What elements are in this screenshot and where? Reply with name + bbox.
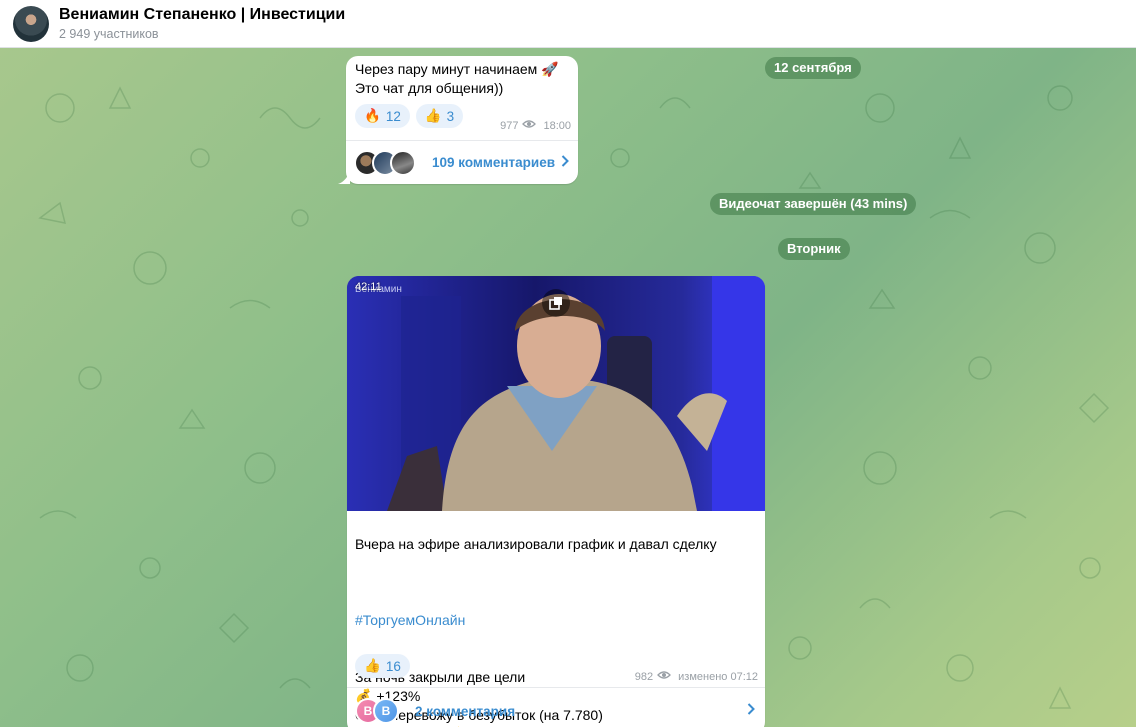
reaction-thumbs-up[interactable]: 👍 16 [355, 654, 410, 678]
comments-count-label[interactable]: 2 комментария [415, 704, 515, 719]
comments-button[interactable]: 109 комментариев [346, 140, 578, 184]
hashtag-link[interactable]: #ТоргуемОнлайн [355, 612, 465, 628]
reaction-count: 12 [385, 108, 401, 124]
comments-count-label[interactable]: 109 комментариев [432, 155, 555, 170]
avatar [390, 149, 416, 176]
chevron-right-icon[interactable] [747, 702, 755, 720]
date-separator: 12 сентября [765, 57, 861, 79]
fire-emoji-icon: 🔥 [364, 108, 381, 123]
commenter-avatars: В В [355, 698, 409, 724]
commenter-avatars [354, 149, 422, 176]
message-meta: 977 18:00 [500, 119, 571, 132]
message-meta: 982 изменено 07:12 [635, 670, 758, 683]
video-message[interactable]: Вениамин 42:11 [347, 276, 765, 511]
chat-header[interactable]: Вениамин Степаненко | Инвестиции 2 949 у… [0, 0, 1136, 48]
message-text: Через пару минут начинаем 🚀 Это чат для … [355, 61, 559, 96]
videochat-ended-notice: Видеочат завершён (43 mins) [710, 193, 917, 215]
thumbs-up-emoji-icon: 👍 [364, 658, 381, 673]
chevron-right-icon [561, 154, 569, 172]
edited-time: изменено 07:12 [678, 670, 758, 683]
reaction-count: 16 [385, 658, 401, 674]
view-count: 977 [500, 119, 519, 132]
message-time: 18:00 [543, 119, 571, 132]
eye-icon [522, 119, 537, 132]
comments-button[interactable]: В В 2 комментария [347, 687, 765, 727]
reaction-count: 3 [446, 108, 455, 124]
picture-in-picture-icon[interactable] [542, 289, 570, 317]
view-count: 982 [634, 670, 654, 683]
day-separator: Вторник [778, 238, 850, 260]
message-bubble-1[interactable]: Через пару минут начинаем 🚀 Это чат для … [346, 56, 578, 184]
message-text-line1: Вчера на эфире анализировали график и да… [355, 536, 717, 552]
avatar: В [373, 698, 399, 724]
video-duration: 42:11 [355, 281, 382, 293]
channel-title[interactable]: Вениамин Степаненко | Инвестиции [59, 5, 345, 25]
thumbs-up-emoji-icon: 👍 [424, 108, 442, 123]
message-bubble-2[interactable]: Вениамин 42:11 Вчера на эфире анализиров… [347, 276, 765, 727]
reaction-fire[interactable]: 🔥 12 [355, 104, 410, 128]
channel-avatar[interactable] [13, 5, 49, 42]
reaction-thumbs-up[interactable]: 👍 3 [415, 104, 464, 128]
eye-icon [657, 670, 672, 683]
subscriber-count: 2 949 участников [59, 27, 159, 41]
reactions-bar: 🔥 12 👍 3 [355, 104, 464, 128]
reactions-bar: 👍 16 [355, 654, 410, 678]
